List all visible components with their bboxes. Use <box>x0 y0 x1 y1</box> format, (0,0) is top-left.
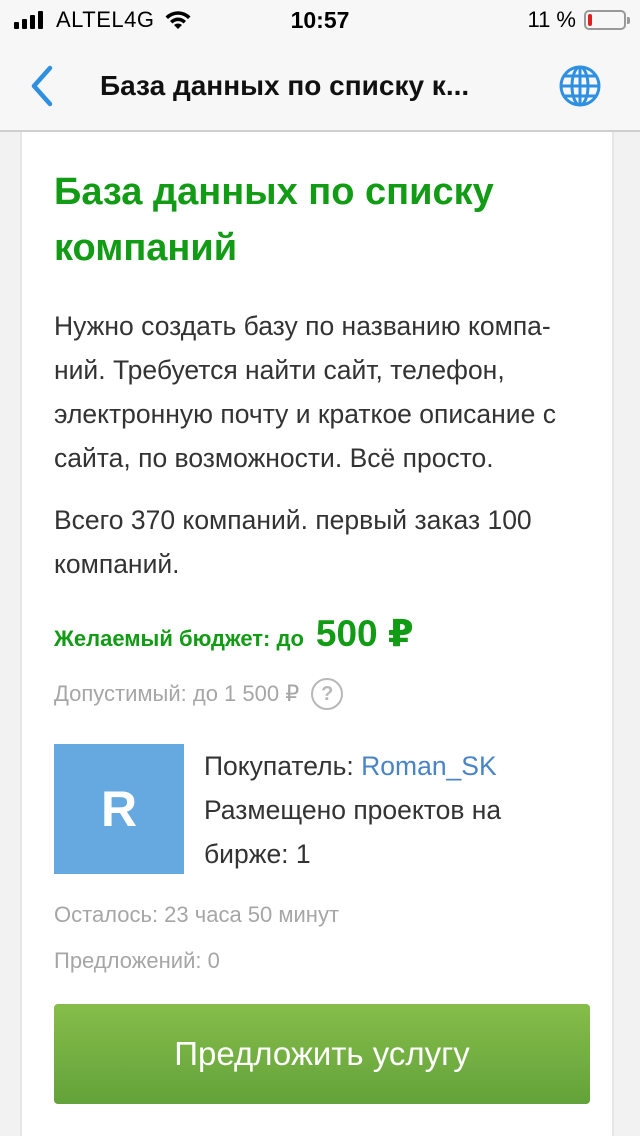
project-description-extra: Всего 370 компаний. первый заказ 100 ком… <box>54 505 532 579</box>
buyer-label: Покупатель: <box>204 751 362 781</box>
globe-button[interactable] <box>558 64 602 108</box>
status-right: 11 % <box>527 6 630 34</box>
back-button[interactable] <box>24 62 60 110</box>
project-description: Нужно создать базу по названию компа-ний… <box>54 311 556 473</box>
allowed-budget: Допустимый: до 1 500 ₽ ? <box>54 678 344 710</box>
allowed-budget-text: Допустимый: до 1 500 ₽ <box>54 681 300 706</box>
chevron-left-icon <box>31 65 53 107</box>
budget: Желаемый бюджет: до 500 ₽ <box>54 612 414 655</box>
battery-icon <box>584 10 630 30</box>
avatar[interactable]: R <box>54 744 184 874</box>
buyer-info: Покупатель: Roman_SK Размещено проектов … <box>204 744 584 876</box>
help-icon[interactable]: ? <box>311 678 344 710</box>
buyer-projects: Размещено проектов на бирже: 1 <box>204 795 502 869</box>
battery-level <box>588 14 592 26</box>
budget-label: Желаемый бюджет: до <box>54 626 304 651</box>
project-card: База данных по списку компаний Нужно соз… <box>20 132 614 1136</box>
globe-icon <box>559 65 601 107</box>
buyer-name-link[interactable]: Roman_SK <box>361 751 497 781</box>
navigation-bar: База данных по списку к... <box>0 40 640 132</box>
offers-count: Предложений: 0 <box>54 948 220 973</box>
status-bar: ALTEL4G 10:57 11 % <box>0 0 640 40</box>
buyer-line: Покупатель: Roman_SK <box>204 744 584 788</box>
project-title: База данных по списку компаний <box>54 171 494 269</box>
time-remaining: Осталось: 23 часа 50 минут <box>54 902 340 927</box>
offer-service-button[interactable]: Предложить услугу <box>54 1004 590 1104</box>
battery-percent: 11 % <box>527 7 576 32</box>
nav-title: База данных по списку к... <box>100 70 470 101</box>
budget-value: 500 ₽ <box>315 613 414 654</box>
